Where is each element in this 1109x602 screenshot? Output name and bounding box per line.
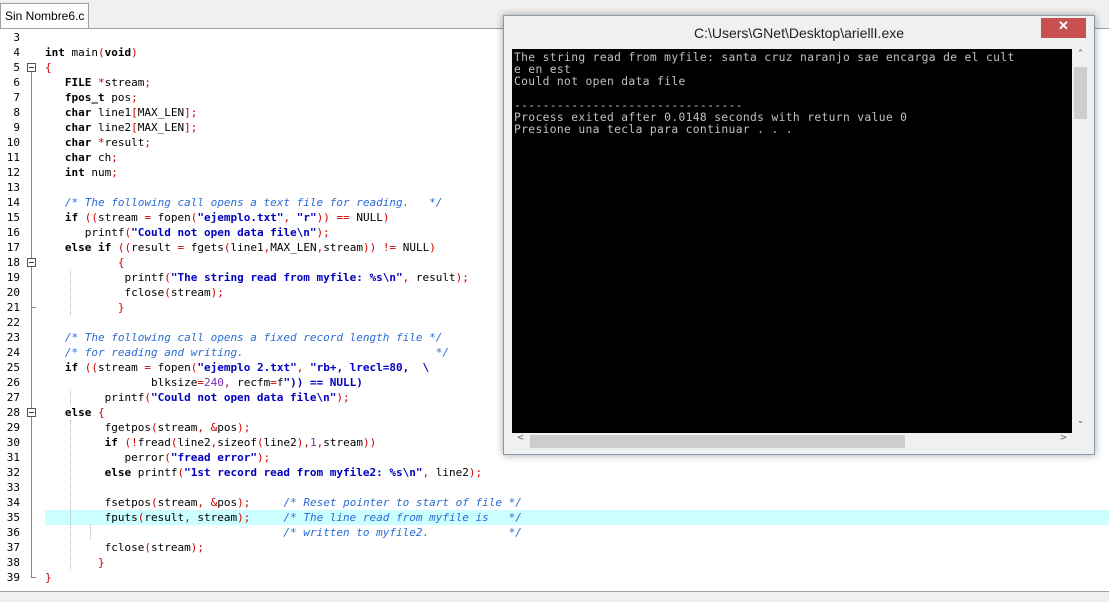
line-number: 37: [6, 541, 20, 554]
line-number: 9: [13, 121, 20, 134]
fold-toggle-icon[interactable]: [27, 408, 36, 417]
line-number: 3: [13, 31, 20, 44]
line-number: 27: [6, 391, 20, 404]
line-number: 15: [6, 211, 20, 224]
line-number: 8: [13, 106, 20, 119]
horizontal-scroll-thumb[interactable]: [530, 435, 905, 448]
fold-toggle-icon[interactable]: [27, 258, 36, 267]
code-line[interactable]: fputs(result, stream); /* The line read …: [45, 510, 1109, 525]
line-number: 4: [13, 46, 20, 59]
line-number: 32: [6, 466, 20, 479]
line-number: 11: [6, 151, 20, 164]
line-number: 30: [6, 436, 20, 449]
fold-margin: [24, 29, 40, 591]
tab-file[interactable]: Sin Nombre6.c: [0, 3, 90, 28]
code-line[interactable]: }: [45, 570, 1109, 585]
line-number: 16: [6, 226, 20, 239]
console-line: Presione una tecla para continuar . . .: [514, 123, 793, 136]
line-number: 23: [6, 331, 20, 344]
close-button[interactable]: ✕: [1041, 18, 1086, 38]
console-window[interactable]: C:\Users\GNet\Desktop\ariellI.exe ✕ The …: [503, 15, 1095, 455]
status-bar: [0, 591, 1109, 602]
code-line[interactable]: [45, 480, 1109, 495]
console-line: Could not open data file: [514, 75, 686, 88]
line-number: 20: [6, 286, 20, 299]
line-number: 14: [6, 196, 20, 209]
line-number: 25: [6, 361, 20, 374]
line-number: 26: [6, 376, 20, 389]
console-line: The string read from myfile: santa cruz …: [514, 51, 1015, 64]
line-number: 35: [6, 511, 20, 524]
line-number: 33: [6, 481, 20, 494]
line-number: 22: [6, 316, 20, 329]
line-number: 31: [6, 451, 20, 464]
console-output[interactable]: The string read from myfile: santa cruz …: [512, 49, 1072, 433]
line-number: 5: [13, 61, 20, 74]
indent-guide: [70, 270, 71, 315]
code-line[interactable]: fsetpos(stream, &pos); /* Reset pointer …: [45, 495, 1109, 510]
code-line[interactable]: else printf("1st record read from myfile…: [45, 465, 1109, 480]
indent-guide: [70, 420, 71, 570]
code-line[interactable]: fclose(stream);: [45, 540, 1109, 555]
line-number: 17: [6, 241, 20, 254]
indent-guide: [90, 525, 91, 540]
line-number: 29: [6, 421, 20, 434]
line-number-gutter: 3 4 5 6 7 8 9 10 11 12 13 14 15 16 17 18 19 20 21 22 23 24 25 2…: [0, 29, 24, 591]
line-number: 10: [6, 136, 20, 149]
code-line[interactable]: }: [45, 555, 1109, 570]
line-number: 19: [6, 271, 20, 284]
line-number: 24: [6, 346, 20, 359]
scroll-right-icon[interactable]: >: [1055, 433, 1072, 450]
line-number: 13: [6, 181, 20, 194]
fold-toggle-icon[interactable]: [27, 63, 36, 72]
fold-line: [31, 72, 32, 578]
line-number: 36: [6, 526, 20, 539]
line-number: 34: [6, 496, 20, 509]
line-number: 18: [6, 256, 20, 269]
scroll-left-icon[interactable]: <: [512, 433, 529, 450]
fold-end: [31, 577, 36, 578]
line-number: 39: [6, 571, 20, 584]
scroll-up-icon[interactable]: ⌃: [1072, 49, 1089, 66]
indent-guide: [70, 390, 71, 405]
code-line[interactable]: /* written to myfile2. */: [45, 525, 1109, 540]
vertical-scroll-thumb[interactable]: [1074, 67, 1087, 119]
line-number: 12: [6, 166, 20, 179]
line-number: 38: [6, 556, 20, 569]
line-number: 7: [13, 91, 20, 104]
console-title: C:\Users\GNet\Desktop\ariellI.exe: [693, 25, 905, 41]
line-number: 6: [13, 76, 20, 89]
line-number: 21: [6, 301, 20, 314]
vertical-scrollbar[interactable]: ⌃ ⌄: [1072, 49, 1089, 433]
scroll-down-icon[interactable]: ⌄: [1072, 416, 1089, 433]
horizontal-scrollbar[interactable]: < >: [512, 433, 1072, 450]
scroll-corner: [1072, 433, 1089, 450]
line-number: 28: [6, 406, 20, 419]
